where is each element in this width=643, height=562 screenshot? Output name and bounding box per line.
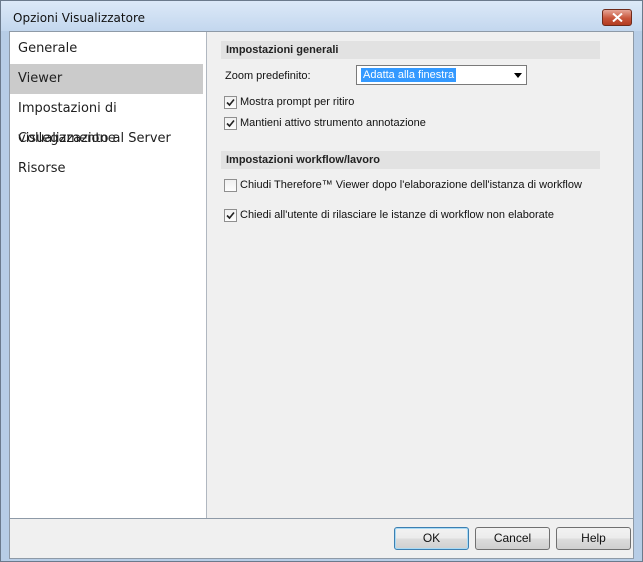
general-settings-header: Impostazioni generali (221, 41, 600, 59)
sidebar: Generale Viewer Impostazioni di visualiz… (10, 32, 207, 518)
checkmark-icon (226, 119, 235, 128)
sidebar-item-visualizzazione[interactable]: Impostazioni di visualizzazione (10, 94, 203, 146)
window-title: Opzioni Visualizzatore (13, 11, 145, 25)
show-prompt-checkbox[interactable] (224, 96, 237, 109)
ok-button[interactable]: OK (394, 527, 469, 550)
close-viewer-label[interactable]: Chiudi Therefore™ Viewer dopo l'elaboraz… (240, 179, 582, 191)
sidebar-item-viewer[interactable]: Viewer (10, 64, 203, 94)
settings-panel: Impostazioni generali Zoom predefinito: … (207, 32, 633, 518)
zoom-dropdown[interactable]: Adatta alla finestra (356, 65, 527, 85)
sidebar-item-risorse[interactable]: Risorse (10, 154, 203, 184)
ask-release-label[interactable]: Chiedi all'utente di rilasciare le istan… (240, 209, 554, 221)
button-bar: OK Cancel Help (9, 519, 634, 559)
show-prompt-label[interactable]: Mostra prompt per ritiro (240, 96, 354, 108)
checkmark-icon (226, 98, 235, 107)
help-button[interactable]: Help (556, 527, 631, 550)
chevron-down-icon (514, 73, 522, 78)
cancel-button[interactable]: Cancel (475, 527, 550, 550)
sidebar-item-server[interactable]: Collegamento al Server (10, 124, 203, 154)
workflow-settings-header: Impostazioni workflow/lavoro (221, 151, 600, 169)
checkmark-icon (226, 211, 235, 220)
keep-annotation-label[interactable]: Mantieni attivo strumento annotazione (240, 117, 426, 129)
keep-annotation-checkbox[interactable] (224, 117, 237, 130)
zoom-value: Adatta alla finestra (361, 68, 457, 82)
zoom-label: Zoom predefinito: (225, 70, 311, 82)
close-viewer-checkbox[interactable] (224, 179, 237, 192)
close-button[interactable] (602, 9, 632, 26)
ask-release-checkbox[interactable] (224, 209, 237, 222)
dialog-content: Generale Viewer Impostazioni di visualiz… (9, 31, 634, 519)
sidebar-item-generale[interactable]: Generale (10, 34, 203, 64)
options-dialog: Opzioni Visualizzatore Generale Viewer I… (0, 0, 643, 562)
close-icon (612, 13, 623, 22)
title-bar[interactable]: Opzioni Visualizzatore (1, 1, 642, 31)
